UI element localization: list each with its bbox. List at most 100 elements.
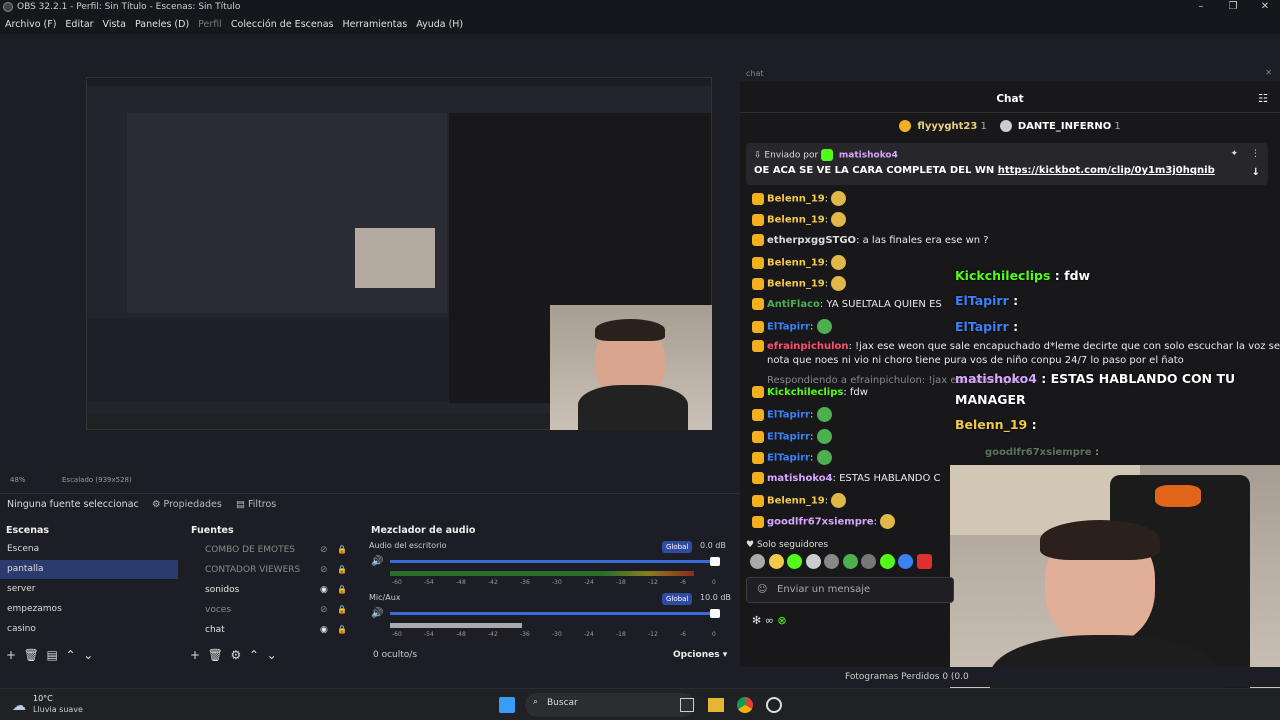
- user-badge-icon: [752, 340, 764, 352]
- source-controls[interactable]: + 🗑 ⚙ ⌃ ⌄: [190, 648, 277, 662]
- overlay-message: Kickchileclips : fdw: [955, 268, 1090, 283]
- speaker-icon[interactable]: 🔊: [371, 556, 383, 567]
- expand-icon[interactable]: ↓: [1252, 167, 1260, 178]
- chat-username[interactable]: ElTapirr: [767, 322, 810, 333]
- pinned-link[interactable]: https://kickbot.com/clip/0y1m3j0hqnib: [998, 165, 1215, 176]
- lock-icon[interactable]: 🔒: [337, 540, 347, 560]
- lock-icon[interactable]: 🔒: [337, 560, 347, 580]
- properties-button[interactable]: ⚙ Propiedades: [152, 499, 222, 510]
- overlay-message: matishoko4 : ESTAS HABLANDO CON TU: [955, 371, 1235, 386]
- scene-item[interactable]: casino: [0, 620, 178, 639]
- source-item[interactable]: COMBO DE EMOTES ⊘ 🔒: [190, 540, 350, 560]
- menu-archivo[interactable]: Archivo (F): [5, 19, 56, 30]
- restore-icon[interactable]: ❐: [1217, 0, 1249, 14]
- chat-username[interactable]: AntiFlaco: [767, 299, 820, 310]
- source-item[interactable]: sonidos ◉ 🔒: [190, 580, 350, 600]
- chat-username[interactable]: Kickchileclips: [767, 387, 843, 398]
- overlay-text: fdw: [1064, 268, 1091, 283]
- user-badge-icon: [752, 386, 764, 398]
- menu-paneles[interactable]: Paneles (D): [135, 19, 189, 30]
- chat-username[interactable]: Belenn_19: [767, 194, 825, 205]
- speaker-icon[interactable]: 🔊: [371, 608, 383, 619]
- webcam-feed-small: [550, 305, 712, 430]
- chat-username[interactable]: Belenn_19: [767, 215, 825, 226]
- windows-start-icon[interactable]: [499, 697, 515, 713]
- overlay-message: goodlfr67xsiempre :: [985, 447, 1099, 458]
- lock-icon[interactable]: 🔒: [337, 580, 347, 600]
- menu-herramientas[interactable]: Herramientas: [343, 19, 408, 30]
- task-view-icon[interactable]: [680, 698, 694, 712]
- scene-controls[interactable]: + 🗑 ▤ ⌃ ⌄: [6, 648, 93, 662]
- overlay-username: Belenn_19: [955, 417, 1028, 432]
- volume-slider[interactable]: [390, 560, 720, 563]
- filters-button[interactable]: ▤ Filtros: [236, 499, 276, 510]
- obs-taskbar-icon[interactable]: [766, 697, 782, 713]
- source-item[interactable]: voces ⊘ 🔒: [190, 600, 350, 620]
- unpin-icon[interactable]: ✦: [1230, 149, 1238, 159]
- chat-tools[interactable]: ✻ ∞ ⊗: [752, 614, 787, 627]
- more-icon[interactable]: ⋮: [1251, 149, 1260, 159]
- chrome-icon[interactable]: [737, 697, 753, 713]
- menu-perfil[interactable]: Perfil: [198, 19, 222, 30]
- visibility-icon[interactable]: ⊘: [320, 560, 328, 580]
- users-icon[interactable]: ☷: [1258, 85, 1268, 113]
- chat-username[interactable]: Belenn_19: [767, 279, 825, 290]
- scene-item[interactable]: empezamos: [0, 600, 178, 619]
- visibility-icon[interactable]: ⊘: [320, 540, 328, 560]
- menu-bar: Archivo (F) Editar Vista Paneles (D) Per…: [0, 14, 1280, 34]
- lock-icon[interactable]: 🔒: [337, 600, 347, 620]
- visibility-icon[interactable]: ◉: [320, 580, 328, 600]
- menu-vista[interactable]: Vista: [103, 19, 126, 30]
- source-name: chat: [205, 625, 225, 635]
- chair-logo: [1155, 485, 1201, 507]
- global-button[interactable]: Global: [662, 593, 693, 605]
- source-item[interactable]: CONTADOR VIEWERS ⊘ 🔒: [190, 560, 350, 580]
- channel-name: Mic/Aux: [369, 593, 401, 602]
- global-button[interactable]: Global: [662, 541, 693, 553]
- frames-dropped: Fotogramas Perdidos 0 (0.0: [845, 672, 969, 682]
- scene-item[interactable]: pantalla: [0, 560, 178, 579]
- close-icon[interactable]: ✕: [1249, 0, 1280, 14]
- overlay-username: ElTapirr: [955, 293, 1009, 308]
- pinned-message[interactable]: ⇩ Enviado por matishoko4 ✦ ⋮ OE ACA SE V…: [746, 143, 1268, 185]
- source-item[interactable]: chat ◉ 🔒: [190, 620, 350, 640]
- meter-tick: -24: [584, 579, 594, 586]
- chat-username[interactable]: Belenn_19: [767, 258, 825, 269]
- chat-username[interactable]: Belenn_19: [767, 496, 825, 507]
- chat-username[interactable]: goodlfr67xsiempre: [767, 517, 874, 528]
- zoom-level[interactable]: 48%: [10, 476, 26, 484]
- visibility-icon[interactable]: ◉: [320, 620, 328, 640]
- chat-username[interactable]: ElTapirr: [767, 453, 810, 464]
- chat-username[interactable]: efrainpichulon: [767, 341, 849, 352]
- scene-item[interactable]: Escena: [0, 540, 178, 559]
- emote-bar[interactable]: [750, 554, 932, 569]
- menu-coleccion[interactable]: Colección de Escenas: [231, 19, 334, 30]
- temperature: 10°C: [33, 694, 53, 703]
- chat-message: Belenn_19:: [752, 276, 847, 292]
- visibility-icon[interactable]: ⊘: [320, 600, 328, 620]
- scene-item[interactable]: server: [0, 580, 178, 599]
- volume-knob[interactable]: [710, 609, 720, 618]
- emoji-icon[interactable]: ☺: [757, 584, 767, 595]
- weather-text: Lluvia suave: [33, 705, 83, 714]
- chat-username[interactable]: ElTapirr: [767, 410, 810, 421]
- chat-input[interactable]: ☺ Enviar un mensaje: [746, 577, 954, 603]
- chat-username[interactable]: etherpxggSTGO: [767, 235, 856, 246]
- chat-message: Belenn_19:: [752, 191, 847, 207]
- user-badge-icon: [752, 213, 764, 226]
- volume-slider[interactable]: [390, 612, 720, 615]
- hair-shape: [595, 319, 665, 341]
- volume-knob[interactable]: [710, 557, 720, 566]
- chat-username[interactable]: matishoko4: [767, 473, 833, 484]
- menu-ayuda[interactable]: Ayuda (H): [416, 19, 463, 30]
- scale-label[interactable]: Escalado (939x528): [62, 476, 132, 484]
- overlay-username: matishoko4: [955, 371, 1037, 386]
- chat-username[interactable]: ElTapirr: [767, 432, 810, 443]
- menu-editar[interactable]: Editar: [65, 19, 93, 30]
- minimize-icon[interactable]: –: [1185, 0, 1217, 14]
- lock-icon[interactable]: 🔒: [337, 620, 347, 640]
- meter-tick: -12: [648, 579, 658, 586]
- file-explorer-icon[interactable]: [708, 698, 724, 712]
- taskbar-search[interactable]: ⌕ Buscar: [525, 693, 695, 717]
- options-button[interactable]: Opciones ▾: [673, 650, 727, 660]
